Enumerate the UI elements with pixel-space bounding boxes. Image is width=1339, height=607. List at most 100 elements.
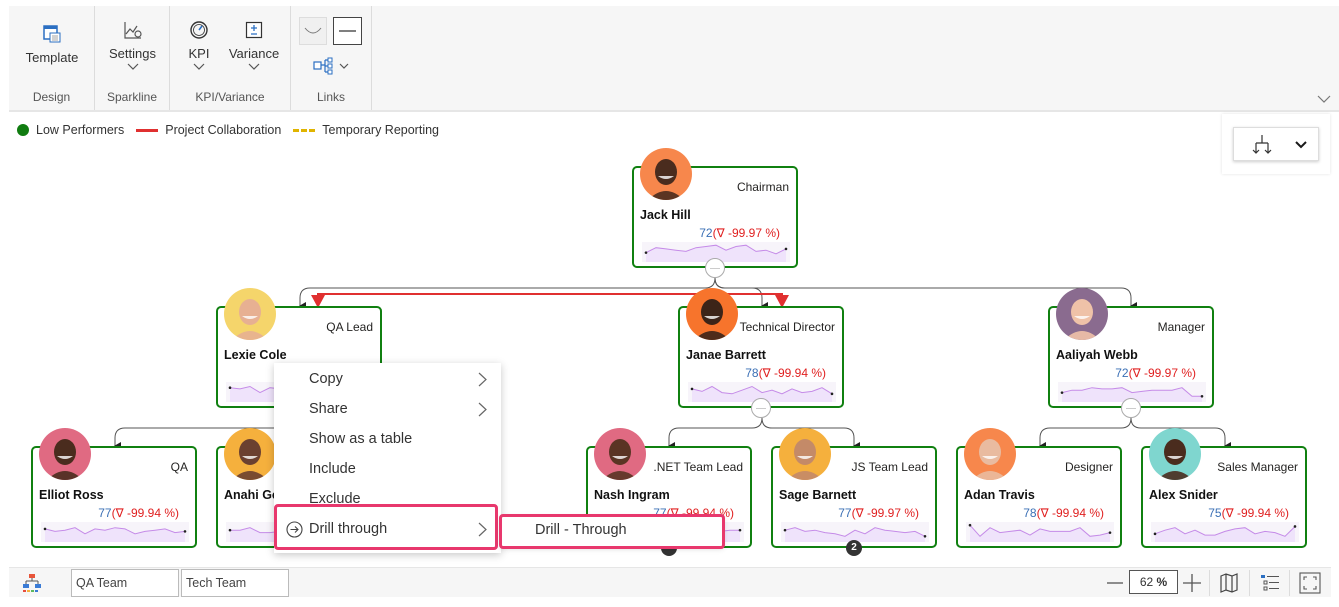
avatar-lexie [224, 288, 276, 340]
person-photo-icon [47, 439, 83, 480]
person-photo-icon [787, 439, 823, 480]
node-kpi: 77(∇ -99.94 %) [98, 506, 179, 520]
expand-badge-sage[interactable]: 2 [846, 540, 862, 556]
collapse-button-janae[interactable] [751, 398, 771, 418]
sparkline-endpoint [644, 251, 648, 254]
avatar-adan [964, 428, 1016, 480]
node-role: Manager [1157, 320, 1205, 334]
node-sparkline [966, 522, 1114, 542]
person-photo-icon [1064, 299, 1100, 340]
node-role: Technical Director [739, 320, 835, 334]
node-kpi: 72(∇ -99.97 %) [699, 226, 780, 240]
chevron-right-icon [478, 372, 487, 387]
node-name: Adan Travis [964, 488, 1035, 502]
sparkline-endpoint [1060, 391, 1064, 394]
person-photo-icon [1157, 439, 1193, 480]
node-role: Designer [1064, 460, 1113, 474]
person-photo-icon [694, 299, 730, 340]
person-photo-icon [972, 439, 1008, 480]
variance-value: (∇ -99.97 %) [1128, 366, 1196, 380]
kpi-value: 72 [699, 226, 713, 240]
avatar-jack [640, 148, 692, 200]
tab-tech-team[interactable]: Tech Team [181, 569, 289, 597]
menu-item-copy[interactable]: Copy [274, 364, 501, 394]
sparkline-endpoint [1153, 532, 1157, 536]
node-name: Janae Barrett [686, 348, 766, 362]
variance-value: (∇ -99.94 %) [1221, 506, 1289, 520]
node-sparkline [1151, 522, 1299, 542]
drill-through-highlight [274, 504, 498, 550]
sparkline-endpoint [968, 523, 972, 527]
zoom-out-icon[interactable] [1102, 570, 1128, 596]
tree-list-icon[interactable] [1257, 570, 1283, 596]
node-sparkline [781, 522, 929, 542]
node-kpi: 78(∇ -99.94 %) [1023, 506, 1104, 520]
sparkline-endpoint [690, 387, 694, 391]
divider [1289, 570, 1290, 596]
node-name: Sage Barnett [779, 488, 857, 502]
sparkline-endpoint [228, 528, 232, 532]
node-role: QA Lead [326, 320, 373, 334]
sparkline-endpoint [43, 527, 47, 531]
fit-to-screen-icon[interactable] [1297, 570, 1323, 596]
node-name: Aaliyah Webb [1056, 348, 1138, 362]
node-name: Nash Ingram [594, 488, 670, 502]
node-role: Chairman [736, 180, 789, 194]
node-kpi: 75(∇ -99.94 %) [1208, 506, 1289, 520]
avatar-janae [686, 288, 738, 340]
sparkline-endpoint [783, 528, 787, 532]
menu-item-show-as-table[interactable]: Show as a table [274, 424, 501, 454]
zoom-level-field[interactable]: 62 % [1129, 570, 1178, 594]
node-kpi: 72(∇ -99.97 %) [1115, 366, 1196, 380]
variance-value: (∇ -99.97 %) [851, 506, 919, 520]
variance-value: (∇ -99.94 %) [1036, 506, 1104, 520]
submenu-highlight [499, 514, 725, 549]
menu-item-share[interactable]: Share [274, 394, 501, 424]
avatar-alex [1149, 428, 1201, 480]
collapse-button-aaliyah[interactable] [1121, 398, 1141, 418]
person-photo-icon [232, 439, 268, 480]
node-sparkline [41, 522, 189, 542]
node-kpi: 78(∇ -99.94 %) [745, 366, 826, 380]
divider [1249, 570, 1250, 596]
node-role: .NET Team Lead [653, 460, 743, 474]
kpi-value: 78 [1023, 506, 1037, 520]
person-photo-icon [602, 439, 638, 480]
sparkline-endpoint [738, 528, 742, 532]
link-aaliyah-adan [1039, 417, 1132, 450]
person-photo-icon [648, 159, 684, 200]
node-role: Sales Manager [1217, 460, 1298, 474]
person-photo-icon [232, 299, 268, 340]
sparkline-endpoint [1108, 531, 1112, 534]
sparkline-endpoint [228, 386, 232, 389]
kpi-value: 78 [745, 366, 759, 380]
zoom-in-icon[interactable] [1179, 570, 1205, 596]
collapse-button-jack[interactable] [705, 258, 725, 278]
avatar-aaliyah [1056, 288, 1108, 340]
avatar-nash [594, 428, 646, 480]
kpi-value: 75 [1208, 506, 1222, 520]
link-janae-nash [668, 417, 763, 450]
node-role: QA [170, 460, 188, 474]
tab-qa-team[interactable]: QA Team [71, 569, 179, 597]
map-icon[interactable] [1216, 570, 1242, 596]
sparkline-endpoint [830, 392, 834, 396]
node-name: Alex Snider [1149, 488, 1218, 502]
kpi-value: 72 [1115, 366, 1129, 380]
node-name: Lexie Cole [224, 348, 287, 362]
divider [1209, 570, 1210, 596]
node-name: Elliot Ross [39, 488, 104, 502]
node-role: JS Team Lead [851, 460, 929, 474]
sparkline-endpoint [183, 530, 187, 533]
link-jack-lexie [299, 277, 716, 310]
avatar-elliot [39, 428, 91, 480]
sparkline-endpoint [784, 247, 788, 251]
sparkline-endpoint [1293, 525, 1297, 528]
node-kpi: 77(∇ -99.97 %) [838, 506, 919, 520]
avatar-sage [779, 428, 831, 480]
chevron-right-icon [478, 402, 487, 417]
org-chart-home-icon[interactable] [22, 573, 42, 593]
variance-value: (∇ -99.94 %) [111, 506, 179, 520]
kpi-value: 77 [838, 506, 852, 520]
menu-item-include[interactable]: Include [274, 454, 501, 484]
